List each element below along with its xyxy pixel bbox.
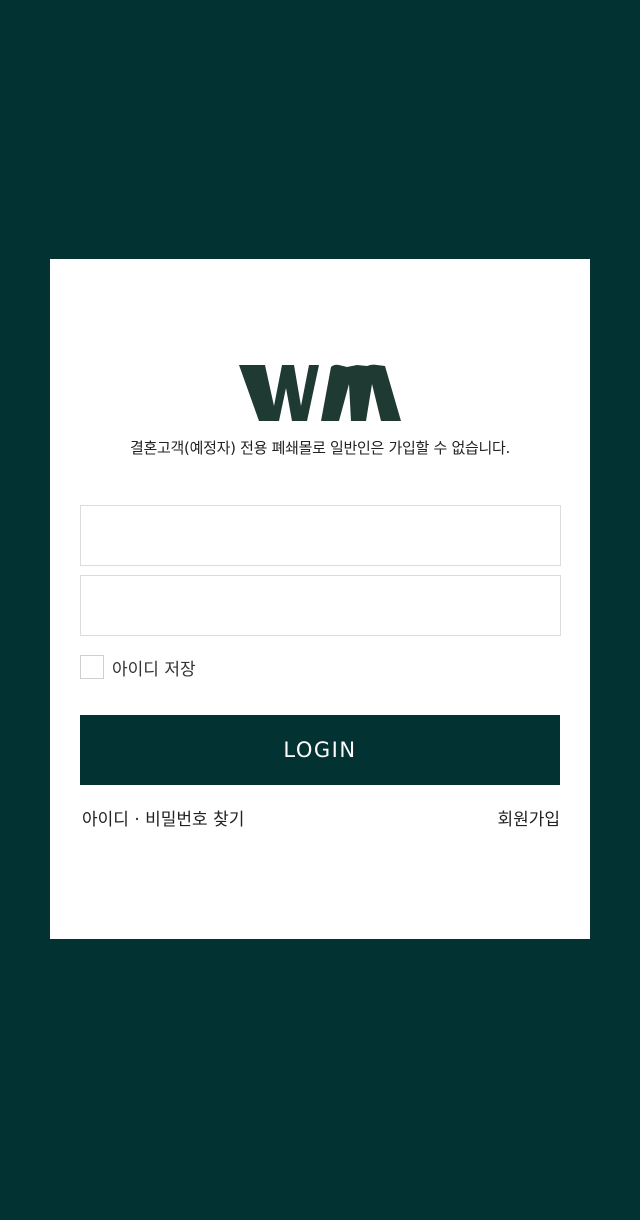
save-id-option[interactable]: 아이디 저장 xyxy=(80,655,196,680)
password-input[interactable] xyxy=(80,575,561,636)
save-id-label: 아이디 저장 xyxy=(112,659,196,680)
account-links: 아이디 · 비밀번호 찾기 회원가입 xyxy=(82,805,560,830)
signup-link[interactable]: 회원가입 xyxy=(497,805,560,830)
login-card: 결혼고객(예정자) 전용 폐쇄몰로 일반인은 가입할 수 없습니다. 아이디 저… xyxy=(50,259,590,939)
save-id-checkbox[interactable] xyxy=(80,655,104,679)
brand-logo xyxy=(239,364,401,421)
id-input[interactable] xyxy=(80,505,561,566)
closed-mall-notice: 결혼고객(예정자) 전용 폐쇄몰로 일반인은 가입할 수 없습니다. xyxy=(130,439,510,457)
find-id-password-link[interactable]: 아이디 · 비밀번호 찾기 xyxy=(82,805,244,830)
login-button[interactable]: LOGIN xyxy=(80,715,560,785)
